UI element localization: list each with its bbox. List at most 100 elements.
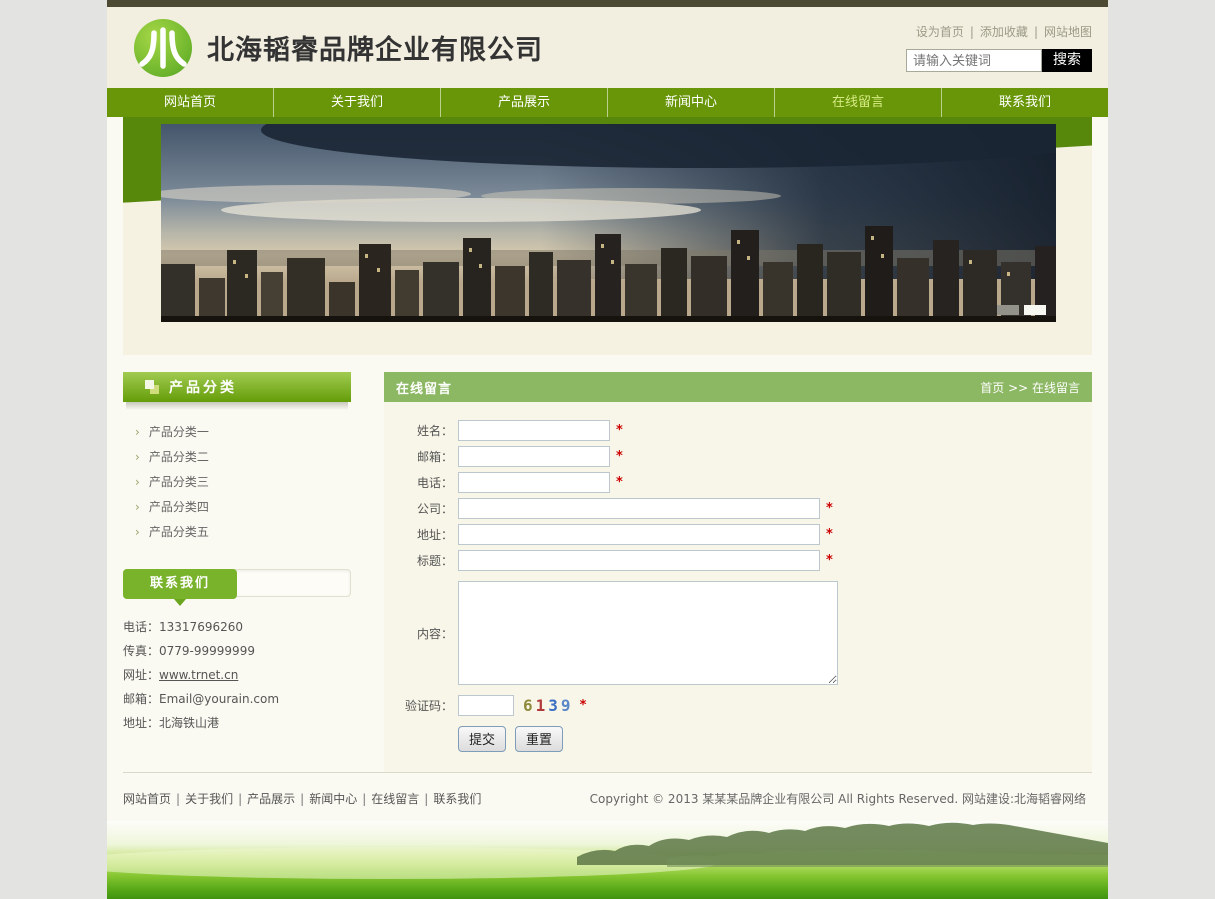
address-label: 地址：	[384, 526, 458, 543]
separator: |	[176, 792, 180, 806]
website-link[interactable]: www.trnet.cn	[159, 668, 238, 682]
grass-footer-image	[107, 821, 1108, 899]
address-input[interactable]	[458, 524, 820, 545]
arrow-right-icon: ›	[135, 525, 140, 539]
squares-icon	[145, 380, 159, 394]
category-item-5[interactable]: ›产品分类五	[135, 520, 351, 545]
form-row-email: 邮箱： *	[384, 446, 1092, 467]
footer-link-about[interactable]: 关于我们	[185, 792, 233, 806]
content-textarea[interactable]	[458, 581, 838, 685]
contact-header-bar: 联系我们	[123, 569, 351, 597]
contact-address: 地址：北海铁山港	[123, 711, 351, 735]
contact-list: 电话：13317696260 传真：0779-99999999 网址：www.t…	[123, 615, 351, 735]
sitemap-link[interactable]: 网站地图	[1044, 25, 1092, 39]
product-category-header: 产品分类	[123, 372, 351, 402]
required-mark: *	[826, 501, 833, 516]
search-input[interactable]	[906, 49, 1042, 72]
submit-button[interactable]: 提交	[458, 726, 506, 752]
captcha-code[interactable]: 6139	[523, 696, 574, 715]
required-mark: *	[616, 423, 623, 438]
subject-input[interactable]	[458, 550, 820, 571]
nav-item-home[interactable]: 网站首页	[107, 88, 274, 117]
reset-button[interactable]: 重置	[515, 726, 563, 752]
separator: |	[362, 792, 366, 806]
separator: |	[970, 25, 974, 39]
footer-link-products[interactable]: 产品展示	[247, 792, 295, 806]
footer-links: 网站首页 | 关于我们 | 产品展示 | 新闻中心 | 在线留言 | 联系我们	[123, 790, 481, 807]
quick-links: 设为首页 | 添加收藏 | 网站地图	[906, 23, 1092, 40]
nav-item-guestbook[interactable]: 在线留言	[775, 88, 942, 117]
form-row-content: 内容：	[384, 581, 1092, 685]
contact-us-tab[interactable]: 联系我们	[123, 569, 237, 599]
form-row-subject: 标题： *	[384, 550, 1092, 571]
category-list: ›产品分类一 ›产品分类二 ›产品分类三 ›产品分类四 ›产品分类五	[123, 420, 351, 545]
required-mark: *	[580, 698, 587, 713]
top-strip	[107, 0, 1108, 7]
nav-item-products[interactable]: 产品展示	[441, 88, 608, 117]
category-item-1[interactable]: ›产品分类一	[135, 420, 351, 445]
required-mark: *	[826, 553, 833, 568]
banner-slider-image	[161, 124, 1056, 322]
contact-fax: 传真：0779-99999999	[123, 639, 351, 663]
form-row-phone: 电话： *	[384, 472, 1092, 493]
required-mark: *	[826, 527, 833, 542]
slider-dot-1[interactable]	[997, 305, 1019, 315]
arrow-right-icon: ›	[135, 475, 140, 489]
form-row-captcha: 验证码： 6139 *	[384, 695, 1092, 716]
main-nav: 网站首页 关于我们 产品展示 新闻中心 在线留言 联系我们	[107, 88, 1108, 117]
separator: |	[1034, 25, 1038, 39]
nav-item-about[interactable]: 关于我们	[274, 88, 441, 117]
sidebar: 产品分类 ›产品分类一 ›产品分类二 ›产品分类三 ›产品分类四 ›产品分类五 …	[123, 372, 351, 772]
footer-link-news[interactable]: 新闻中心	[309, 792, 357, 806]
copyright: Copyright © 2013 某某某品牌企业有限公司 All Rights …	[590, 790, 1092, 807]
footer-link-home[interactable]: 网站首页	[123, 792, 171, 806]
slider-dot-2[interactable]	[1024, 305, 1046, 315]
breadcrumb[interactable]: 首页 >> 在线留言	[980, 379, 1080, 396]
contact-website: 网址：www.trnet.cn	[123, 663, 351, 687]
email-input[interactable]	[458, 446, 610, 467]
nav-item-news[interactable]: 新闻中心	[608, 88, 775, 117]
phone-input[interactable]	[458, 472, 610, 493]
required-mark: *	[616, 449, 623, 464]
separator: |	[238, 792, 242, 806]
nav-item-contact[interactable]: 联系我们	[942, 88, 1108, 117]
footer-link-guestbook[interactable]: 在线留言	[371, 792, 419, 806]
separator: |	[300, 792, 304, 806]
subject-label: 标题：	[384, 552, 458, 569]
search-button[interactable]: 搜索	[1042, 49, 1092, 72]
captcha-label: 验证码：	[384, 697, 458, 714]
site-header: 北海韬睿品牌企业有限公司 设为首页 | 添加收藏 | 网站地图 搜索	[107, 7, 1108, 88]
company-input[interactable]	[458, 498, 820, 519]
separator: |	[424, 792, 428, 806]
captcha-input[interactable]	[458, 695, 514, 716]
banner-section	[123, 117, 1092, 355]
company-name: 北海韬睿品牌企业有限公司	[207, 28, 543, 67]
arrow-right-icon: ›	[135, 450, 140, 464]
form-row-company: 公司： *	[384, 498, 1092, 519]
section-header: 在线留言 首页 >> 在线留言	[384, 372, 1092, 402]
category-item-4[interactable]: ›产品分类四	[135, 495, 351, 520]
name-input[interactable]	[458, 420, 610, 441]
contact-email: 邮箱：Email@yourain.com	[123, 687, 351, 711]
header-right: 设为首页 | 添加收藏 | 网站地图 搜索	[906, 23, 1092, 72]
main-column: 在线留言 首页 >> 在线留言 姓名： * 邮箱： * 电话： *	[384, 372, 1092, 772]
footer-link-contact[interactable]: 联系我们	[433, 792, 481, 806]
required-mark: *	[616, 475, 623, 490]
email-label: 邮箱：	[384, 448, 458, 465]
form-row-address: 地址： *	[384, 524, 1092, 545]
guestbook-form: 姓名： * 邮箱： * 电话： * 公司： *	[384, 402, 1092, 772]
category-item-3[interactable]: ›产品分类三	[135, 470, 351, 495]
add-favorite-link[interactable]: 添加收藏	[980, 25, 1028, 39]
arrow-right-icon: ›	[135, 500, 140, 514]
form-buttons: 提交 重置	[458, 726, 1092, 752]
contact-block: 联系我们 电话：13317696260 传真：0779-99999999 网址：…	[123, 569, 351, 735]
contact-phone: 电话：13317696260	[123, 615, 351, 639]
search-bar: 搜索	[906, 49, 1092, 72]
slider-indicators	[997, 305, 1046, 315]
set-homepage-link[interactable]: 设为首页	[916, 25, 964, 39]
content-area: 产品分类 ›产品分类一 ›产品分类二 ›产品分类三 ›产品分类四 ›产品分类五 …	[107, 355, 1108, 772]
page: 北海韬睿品牌企业有限公司 设为首页 | 添加收藏 | 网站地图 搜索 网站首页 关于我们…	[107, 0, 1108, 899]
footer: 网站首页 | 关于我们 | 产品展示 | 新闻中心 | 在线留言 | 联系我们 Copyright …	[123, 772, 1092, 821]
company-logo-icon	[133, 18, 193, 78]
category-item-2[interactable]: ›产品分类二	[135, 445, 351, 470]
